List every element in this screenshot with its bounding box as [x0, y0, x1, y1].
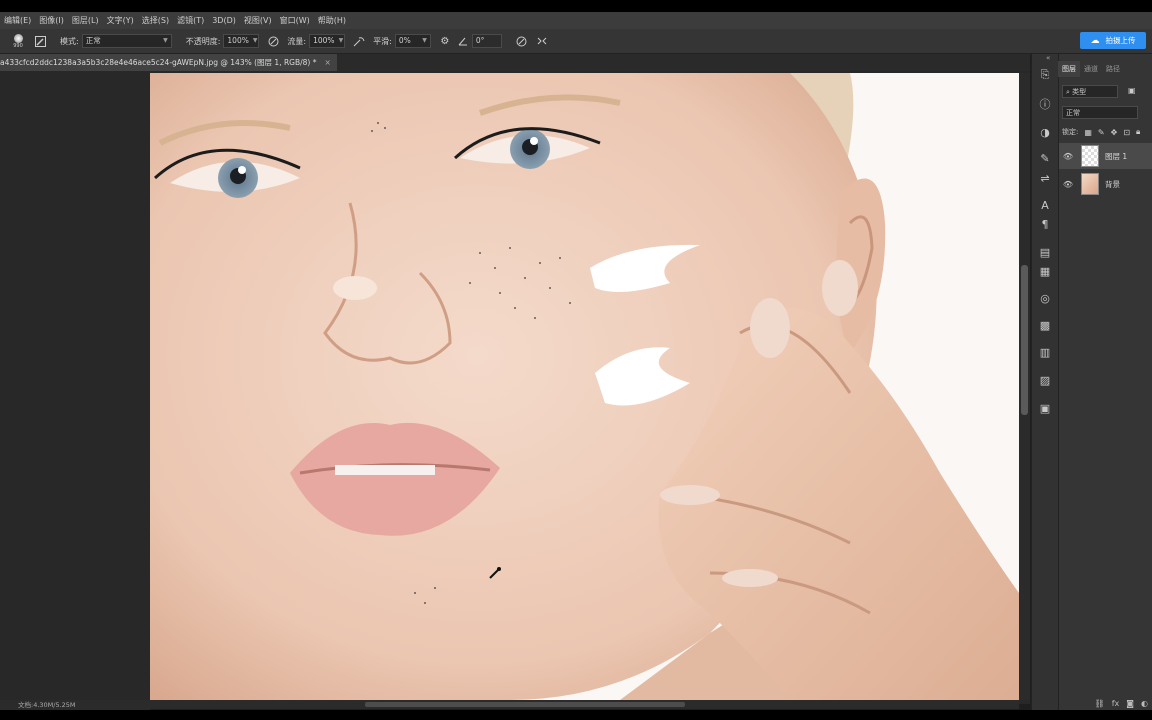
styles-icon[interactable]: ▣ [1037, 400, 1053, 416]
opacity-value: 100% [227, 36, 249, 45]
angle-icon [457, 35, 469, 47]
panel-icon-strip: ⎘ ⓘ ◑ ✎ ⇌ A ¶ ▤ ▦ ◎ ▩ ▥ ▨ ▣ [1031, 54, 1058, 710]
brush-preset-picker[interactable]: 990 [6, 33, 30, 49]
symmetry-icon[interactable] [536, 35, 548, 47]
flow-value: 100% [313, 36, 335, 45]
menu-3d[interactable]: 3D(D) [208, 16, 240, 25]
smooth-label: 平滑: [373, 36, 392, 46]
mask-icon[interactable]: ◙ [1126, 699, 1134, 708]
chevron-down-icon: ▼ [252, 37, 258, 44]
brush-tip-icon [13, 33, 23, 43]
paragraph-icon[interactable]: ¶ [1037, 216, 1053, 232]
menu-select[interactable]: 选择(S) [138, 15, 173, 26]
airbrush-icon[interactable] [353, 35, 365, 47]
lock-all-icon[interactable]: 🔒︎ [1136, 127, 1140, 137]
close-icon[interactable]: × [325, 58, 331, 67]
document-tab[interactable]: a433cfcd2ddc1238a3a5b3c28e4e46ace5c24-gA… [0, 54, 337, 71]
layer-filter-value: 类型 [1072, 88, 1087, 96]
blend-mode-select[interactable]: 正常 [1062, 106, 1138, 119]
opacity-label: 不透明度: [185, 36, 221, 46]
link-icon[interactable]: ⛓ [1095, 699, 1105, 708]
mode-value: 正常 [85, 36, 101, 45]
menu-filter[interactable]: 滤镜(T) [173, 15, 208, 26]
visibility-eye-icon[interactable]: 👁︎ [1059, 180, 1077, 189]
brush-panel-icon[interactable]: ✎ [1037, 150, 1053, 166]
layers-footer: ⛓ fx ◙ ◐ [1058, 696, 1152, 710]
layer-thumbnail [1081, 173, 1099, 195]
menu-edit[interactable]: 编辑(E) [0, 15, 35, 26]
gradient-icon[interactable]: ▨ [1037, 372, 1053, 388]
document-tab-title: a433cfcd2ddc1238a3a5b3c28e4e46ace5c24-gA… [0, 58, 317, 67]
flow-field[interactable]: 100% ▼ [309, 34, 346, 48]
menu-image[interactable]: 图像(I) [35, 15, 68, 26]
lock-label: 锁定: [1062, 128, 1079, 136]
mode-select[interactable]: 正常 ▼ [81, 34, 172, 48]
gear-icon[interactable]: ⚙ [439, 35, 451, 47]
angle-value: 0° [475, 36, 485, 45]
table-icon[interactable]: ▥ [1037, 344, 1053, 360]
brush-size-value: 990 [13, 42, 23, 49]
bottom-letterbox [0, 710, 1152, 720]
mode-label: 模式: [60, 36, 79, 46]
adjustment-layer-icon[interactable]: ◐ [1141, 699, 1148, 708]
chevron-down-icon: ▼ [422, 37, 427, 44]
blend-mode-value: 正常 [1066, 109, 1080, 117]
panel-tabs: 图层 通道 路径 [1058, 61, 1152, 77]
pressure-size-icon[interactable] [516, 35, 528, 47]
lock-paint-icon[interactable]: ✎ [1098, 128, 1105, 137]
menu-type[interactable]: 文字(Y) [103, 15, 138, 26]
smooth-value: 0% [398, 36, 411, 45]
portrait-image [150, 73, 1019, 700]
lock-transparent-icon[interactable]: ▦ [1084, 128, 1092, 137]
chevron-down-icon: ▼ [338, 37, 344, 44]
filter-image-icon[interactable]: ▣ [1128, 86, 1136, 95]
layer-thumbnail [1081, 145, 1099, 167]
cloud-upload-label: 拍摄上传 [1105, 36, 1136, 45]
layer-row[interactable]: 👁︎ 图层 1 [1059, 143, 1152, 169]
brush-settings-icon[interactable] [34, 35, 46, 47]
collapse-panel-icon[interactable]: « [1046, 54, 1050, 62]
history-icon[interactable]: ⎘ [1037, 67, 1053, 83]
tab-layers[interactable]: 图层 [1058, 61, 1080, 77]
layer-filter-select[interactable]: ⌕ 类型 [1062, 85, 1118, 98]
tab-channels[interactable]: 通道 [1080, 61, 1102, 77]
menu-view[interactable]: 视图(V) [240, 15, 276, 26]
menu-window[interactable]: 窗口(W) [276, 15, 314, 26]
lock-move-icon[interactable]: ✥ [1111, 128, 1118, 137]
status-bar: 文档:4.30M/5.25M [0, 700, 150, 710]
document-size-status: 文档:4.30M/5.25M [18, 701, 76, 709]
notes-icon[interactable]: ▦ [1037, 263, 1053, 279]
cloud-upload-button[interactable]: ☁ 拍摄上传 [1080, 32, 1146, 49]
adjustments-icon[interactable]: ⇌ [1037, 170, 1053, 186]
pressure-opacity-icon[interactable] [267, 35, 279, 47]
lock-artboard-icon[interactable]: ⊡ [1123, 128, 1130, 137]
menu-help[interactable]: 帮助(H) [314, 15, 350, 26]
info-icon[interactable]: ⓘ [1037, 96, 1053, 112]
tab-paths[interactable]: 路径 [1102, 61, 1124, 77]
horizontal-scroll-thumb[interactable] [365, 702, 685, 707]
color-icon[interactable]: ◑ [1037, 124, 1053, 140]
visibility-eye-icon[interactable]: 👁︎ [1059, 152, 1077, 161]
character-icon[interactable]: A [1037, 197, 1053, 213]
menu-layer[interactable]: 图层(L) [68, 15, 103, 26]
swatches-icon[interactable]: ▩ [1037, 317, 1053, 333]
vertical-scroll-thumb[interactable] [1021, 265, 1028, 415]
options-bar: 990 模式: 正常 ▼ 不透明度: 100% ▼ 流量: 100% ▼ 平滑: 0%… [0, 29, 1152, 54]
layer-row[interactable]: 👁︎ 背景 [1059, 171, 1152, 197]
fx-icon[interactable]: fx [1112, 699, 1120, 708]
properties-icon[interactable]: ▤ [1037, 244, 1053, 260]
lock-row: 锁定: ▦ ✎ ✥ ⊡ 🔒︎ [1062, 126, 1152, 138]
photo-canvas[interactable] [150, 73, 1019, 700]
3d-icon[interactable]: ◎ [1037, 290, 1053, 306]
angle-field[interactable]: 0° [471, 34, 502, 48]
menu-bar: 编辑(E) 图像(I) 图层(L) 文字(Y) 选择(S) 滤镜(T) 3D(D… [0, 12, 1152, 29]
layer-name: 图层 1 [1105, 151, 1128, 161]
flow-label: 流量: [287, 36, 307, 46]
smooth-field[interactable]: 0% ▼ [394, 34, 431, 48]
cloud-icon: ☁ [1090, 35, 1100, 46]
top-letterbox [0, 0, 1152, 12]
chevron-down-icon: ▼ [163, 37, 168, 44]
layer-name: 背景 [1105, 179, 1120, 189]
opacity-field[interactable]: 100% ▼ [223, 34, 260, 48]
